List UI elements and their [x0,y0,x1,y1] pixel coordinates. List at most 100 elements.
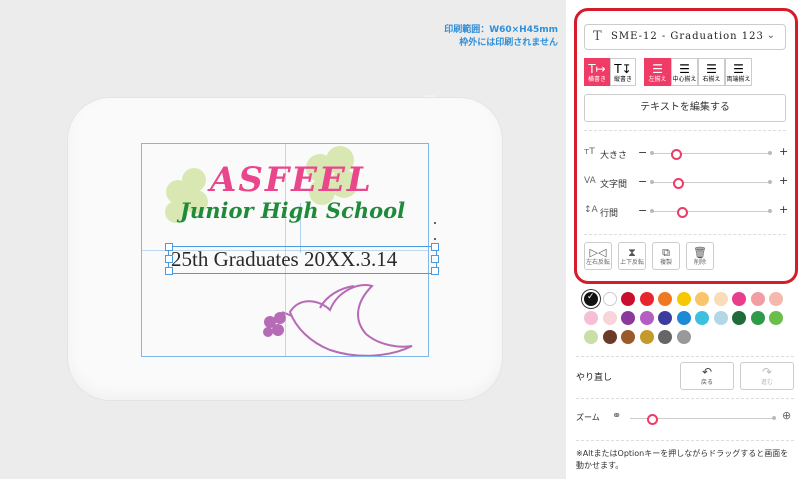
font-size-slider[interactable] [650,149,772,160]
divider [576,356,794,357]
flip-vertical-label: 上下反転 [619,259,644,266]
resize-handle-top-left[interactable] [165,243,173,251]
color-swatch[interactable] [713,311,728,325]
color-swatch[interactable] [676,330,691,344]
font-size-decrease-button[interactable]: − [638,146,647,159]
align-right-button[interactable]: ☰ 右揃え [698,58,725,86]
marker-dot [434,222,436,224]
orientation-label: 縦書き [613,76,632,83]
flip-vertical-icon: ⧗ [628,246,636,259]
letter-spacing-decrease-button[interactable]: − [638,175,647,188]
color-swatch[interactable] [676,311,691,325]
color-swatch[interactable]: ✓ [584,292,598,306]
zoom-slider-knob[interactable] [647,414,659,425]
line-height-increase-button[interactable]: + [779,203,788,216]
color-swatch[interactable] [602,292,617,306]
divider [576,398,794,399]
alignment-label: 中心揃え [672,76,697,83]
font-size-label: 大きさ [600,151,628,161]
color-swatch[interactable] [750,292,765,306]
letter-spacing-increase-button[interactable]: + [779,174,788,187]
delete-label: 削除 [693,259,706,266]
color-swatch[interactable] [750,311,765,325]
color-swatch[interactable] [732,292,746,306]
font-size-slider-knob[interactable] [670,149,682,160]
zoom-out-icon[interactable]: ⚭ [612,409,621,422]
font-select-value: SME-12 - Graduation 123 [611,31,764,42]
alignment-label: 左揃え [648,76,667,83]
flip-vertical-button[interactable]: ⧗ 上下反転 [618,242,646,270]
color-swatch[interactable] [584,330,598,344]
color-swatch[interactable] [639,330,654,344]
color-swatch[interactable] [769,292,783,306]
letter-spacing-label: 文字間 [600,180,628,190]
resize-handle-bottom-left[interactable] [165,267,173,275]
color-swatch[interactable] [602,311,617,325]
color-swatch[interactable] [658,311,672,325]
font-select[interactable]: T SME-12 - Graduation 123 ⌄ [584,24,786,50]
undo-button[interactable]: ↶ 戻る [680,362,734,390]
letter-spacing-icon: VA [584,176,596,186]
align-justify-button[interactable]: ☰ 両端揃え [725,58,752,86]
align-center-button[interactable]: ☰ 中心揃え [671,58,698,86]
line-height-decrease-button[interactable]: − [638,204,647,217]
letter-spacing-slider[interactable] [650,178,772,189]
delete-icon: 🗑 [693,246,707,259]
color-swatch[interactable] [639,311,654,325]
align-justify-icon: ☰ [733,62,744,76]
letter-spacing-slider-knob[interactable] [672,178,684,189]
design-title-school[interactable]: Junior High School [180,198,405,223]
line-height-slider[interactable] [650,207,772,218]
divider [584,234,786,235]
flip-horizontal-icon: ▷◁ [589,246,607,259]
marker-dot [434,238,436,240]
divider [576,440,794,441]
letter-spacing-slider-row: VA 文字間 − + [584,174,788,191]
redo-button[interactable]: ↷ 進む [740,362,794,390]
zoom-slider[interactable] [630,414,776,425]
font-size-increase-button[interactable]: + [779,145,788,158]
resize-handle-top-right[interactable] [431,243,439,251]
color-swatch[interactable] [695,292,709,306]
color-swatch[interactable] [658,330,672,344]
vertical-writing-button[interactable]: T↧ 縦書き [610,58,636,86]
color-swatch[interactable] [621,292,635,306]
redo-label: 進む [760,379,773,386]
color-swatch[interactable] [695,311,709,325]
horizontal-writing-button[interactable]: T↦ 横書き [584,58,610,86]
align-left-icon: ☰ [652,62,663,76]
color-swatch[interactable] [621,311,635,325]
edit-text-button[interactable]: テキストを編集する [584,94,786,122]
color-swatch[interactable] [602,330,617,344]
slider-start [650,151,654,155]
align-center-icon: ☰ [679,62,690,76]
color-swatch[interactable] [769,311,783,325]
line-height-icon: ↕A [584,205,598,215]
slider-start [650,209,654,213]
undo-label: 戻る [700,379,713,386]
color-swatch[interactable] [621,330,635,344]
resize-handle-bottom-right[interactable] [431,267,439,275]
chevron-down-icon: ⌄ [766,30,775,41]
zoom-in-icon[interactable]: ⊕ [782,409,791,422]
resize-handle-right[interactable] [431,255,439,263]
color-swatch[interactable] [584,311,598,325]
color-swatch[interactable] [676,292,691,306]
text-type-icon: T [593,29,602,44]
align-left-button[interactable]: ☰ 左揃え [644,58,671,86]
color-swatch[interactable] [658,292,672,306]
divider [584,130,786,131]
flip-horizontal-button[interactable]: ▷◁ 左右反転 [584,242,612,270]
line-height-slider-knob[interactable] [676,207,688,218]
resize-handle-left[interactable] [165,255,173,263]
color-swatch[interactable] [713,292,728,306]
line-height-slider-row: ↕A 行間 − + [584,203,788,220]
zoom-label: ズーム [576,413,600,422]
slider-start [650,180,654,184]
duplicate-button[interactable]: ⧉ 複製 [652,242,680,270]
selected-text-graduates[interactable]: 25th Graduates 20XX.3.14 [171,247,397,272]
color-swatch[interactable] [639,292,654,306]
design-title-asfeel[interactable]: ASFEEL [210,160,373,200]
delete-button[interactable]: 🗑 削除 [686,242,714,270]
color-swatch[interactable] [732,311,746,325]
